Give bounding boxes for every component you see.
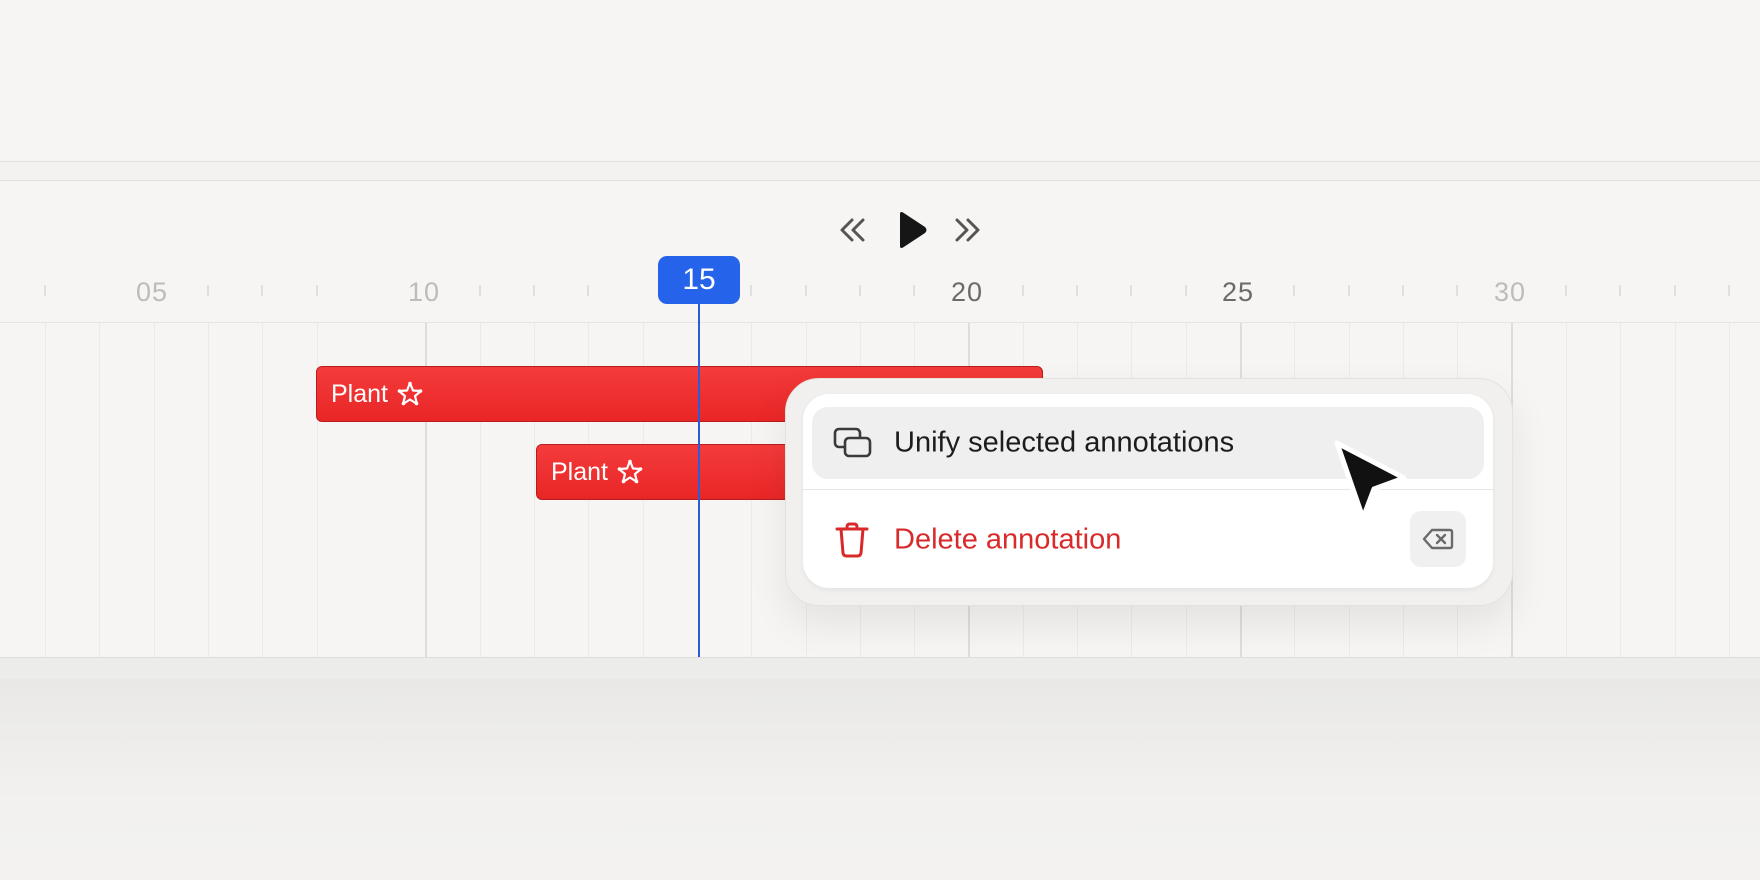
annotation-label: Plant [551, 457, 608, 486]
playhead-line [698, 300, 700, 657]
grid-line [45, 323, 46, 657]
grid-line [262, 323, 263, 657]
minor-tick [316, 285, 318, 296]
background-floor [0, 679, 1760, 880]
time-ruler[interactable]: 05 10 20 25 30 [0, 260, 1760, 322]
minor-tick [1402, 285, 1404, 296]
grid-line [154, 323, 155, 657]
starfish-icon [396, 380, 424, 408]
minor-tick [261, 285, 263, 296]
minor-tick [587, 285, 589, 296]
minor-tick [44, 285, 46, 296]
minor-tick [1456, 285, 1458, 296]
minor-tick [479, 285, 481, 296]
minor-tick [805, 285, 807, 296]
playhead-value: 15 [682, 263, 716, 296]
play-icon [900, 212, 927, 248]
minor-tick [1674, 285, 1676, 296]
minor-tick [1076, 285, 1078, 296]
minor-tick [1185, 285, 1187, 296]
delete-label: Delete annotation [894, 523, 1122, 556]
minor-tick [750, 285, 752, 296]
backspace-icon [1422, 528, 1454, 550]
minor-tick [1022, 285, 1024, 296]
ruler-label: 10 [407, 277, 441, 307]
minor-tick [533, 285, 535, 296]
minor-tick [1130, 285, 1132, 296]
minor-tick [207, 285, 209, 296]
grid-line [1729, 323, 1730, 657]
trash-icon [832, 520, 872, 560]
ruler-label: 30 [1493, 277, 1527, 307]
play-button[interactable] [892, 206, 932, 254]
minor-tick [1293, 285, 1295, 296]
viewer-area [0, 0, 1760, 162]
grid-line [1620, 323, 1621, 657]
minor-tick [859, 285, 861, 296]
rewind-button[interactable] [832, 206, 872, 254]
grid-line [208, 323, 209, 657]
minor-tick [1728, 285, 1730, 296]
unify-annotations-menu-item[interactable]: Unify selected annotations [812, 407, 1484, 479]
annotation-label: Plant [331, 379, 388, 408]
grid-line [1675, 323, 1676, 657]
starfish-icon [616, 458, 644, 486]
annotation-bar[interactable]: Plant [536, 444, 816, 500]
menu-divider [803, 489, 1493, 490]
panel-divider[interactable] [0, 161, 1760, 181]
minor-tick [1348, 285, 1350, 296]
unify-icon [832, 426, 874, 460]
delete-annotation-menu-item[interactable]: Delete annotation [812, 502, 1484, 578]
playback-controls [832, 206, 992, 254]
forward-button[interactable] [948, 206, 988, 254]
backspace-key-badge [1410, 511, 1466, 567]
minor-tick [913, 285, 915, 296]
minor-tick [1565, 285, 1567, 296]
playhead-handle[interactable]: 15 [658, 256, 740, 304]
grid-line [1566, 323, 1567, 657]
minor-tick [1619, 285, 1621, 296]
double-chevron-right-icon [955, 218, 980, 242]
ruler-label: 20 [950, 277, 984, 307]
timeline-bottom-bar [0, 657, 1760, 679]
double-chevron-left-icon [840, 218, 865, 242]
grid-line [99, 323, 100, 657]
ruler-label: 25 [1221, 277, 1255, 307]
ruler-label: 05 [135, 277, 169, 307]
unify-label: Unify selected annotations [894, 426, 1235, 459]
